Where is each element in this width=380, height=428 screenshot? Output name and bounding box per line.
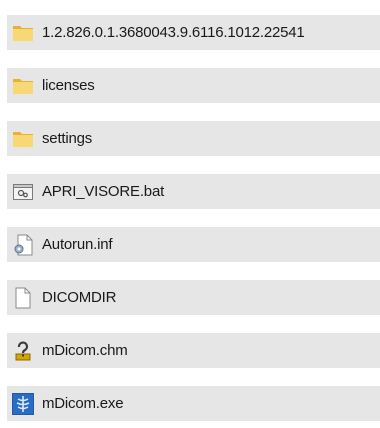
file-name: DICOMDIR [42,289,117,306]
file-item-batch[interactable]: APRI_VISORE.bat [7,174,380,209]
file-item-chm[interactable]: mDicom.chm [7,333,380,368]
folder-icon [11,127,35,151]
file-item-exe[interactable]: mDicom.exe [7,386,380,421]
folder-icon [11,21,35,45]
file-name: 1.2.826.0.1.3680043.9.6116.1012.22541 [42,24,305,41]
file-item-dicomdir[interactable]: DICOMDIR [7,280,380,315]
file-list: 1.2.826.0.1.3680043.9.6116.1012.22541 li… [0,0,380,428]
file-name: mDicom.exe [42,395,124,412]
mdicom-app-icon [11,392,35,416]
help-file-icon [11,339,35,363]
file-item-autorun[interactable]: Autorun.inf [7,227,380,262]
folder-icon [11,74,35,98]
file-item-folder-licenses[interactable]: licenses [7,68,380,103]
file-name: mDicom.chm [42,342,128,359]
batch-file-icon [11,180,35,204]
file-item-folder-study[interactable]: 1.2.826.0.1.3680043.9.6116.1012.22541 [7,15,380,50]
file-name: Autorun.inf [42,236,113,253]
file-name: settings [42,130,93,147]
file-name: APRI_VISORE.bat [42,183,165,200]
blank-file-icon [11,286,35,310]
file-item-folder-settings[interactable]: settings [7,121,380,156]
file-name: licenses [42,77,95,94]
setup-info-file-icon [11,233,35,257]
